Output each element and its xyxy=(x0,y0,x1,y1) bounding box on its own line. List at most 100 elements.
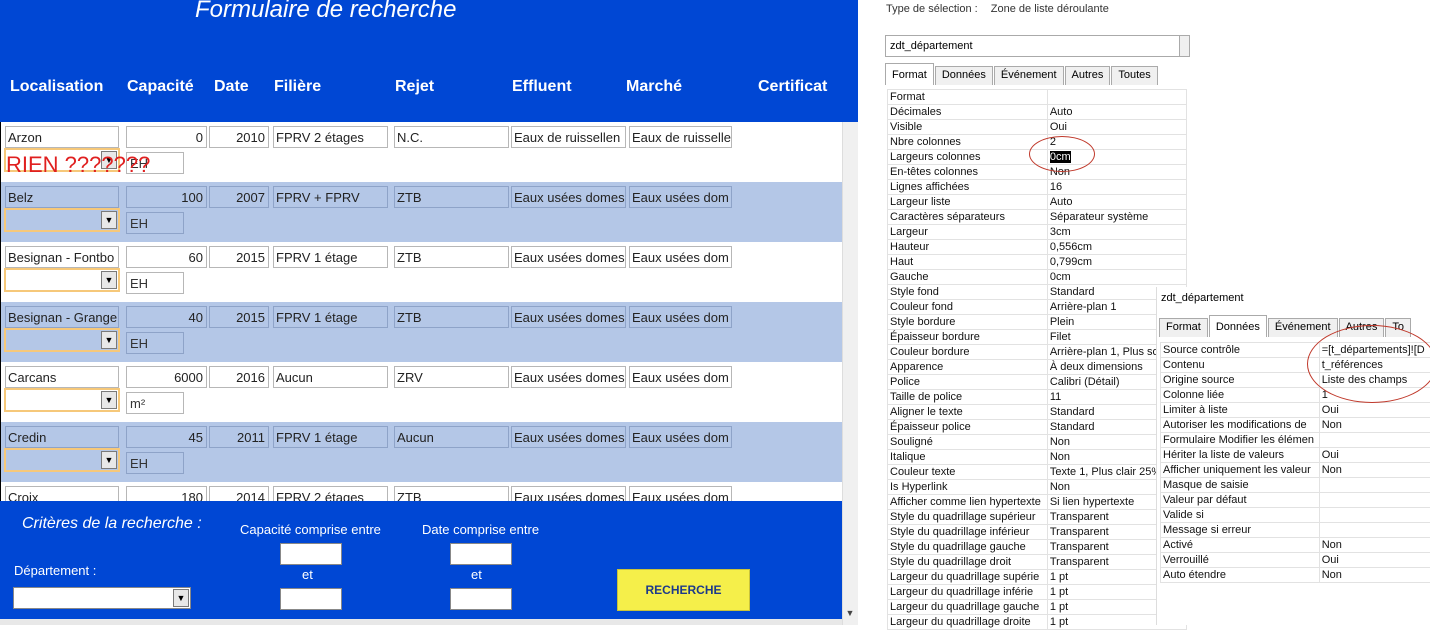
chevron-down-icon[interactable]: ▼ xyxy=(101,211,117,229)
effluent-field[interactable]: Eaux usées domes xyxy=(511,426,626,448)
date-field[interactable]: 2016 xyxy=(209,366,269,388)
property-value[interactable]: Oui xyxy=(1319,403,1430,418)
department-combo[interactable]: ▼ xyxy=(4,328,120,352)
property-row[interactable]: Masque de saisie xyxy=(1161,478,1430,493)
property-row[interactable]: Afficher comme lien hypertexteSi lien hy… xyxy=(888,495,1187,510)
property-value[interactable]: Auto xyxy=(1047,195,1186,210)
rejet-field[interactable]: Aucun xyxy=(394,426,509,448)
property-value[interactable]: 0,799cm xyxy=(1047,255,1186,270)
property-row[interactable]: Largeur du quadrillage supérie1 pt xyxy=(888,570,1187,585)
rejet-field[interactable]: ZTB xyxy=(394,306,509,328)
tab-autres[interactable]: Autres xyxy=(1065,66,1111,85)
tab-toutes[interactable]: Toutes xyxy=(1111,66,1157,85)
property-value[interactable]: 0,556cm xyxy=(1047,240,1186,255)
property-row[interactable]: Aligner le texteStandard xyxy=(888,405,1187,420)
unit-field[interactable]: EH xyxy=(126,272,184,294)
marche-field[interactable]: Eaux usées dom xyxy=(629,306,732,328)
effluent-field[interactable]: Eaux usées domes xyxy=(511,366,626,388)
rejet-field[interactable]: ZTB xyxy=(394,246,509,268)
property-row[interactable]: Style du quadrillage gaucheTransparent xyxy=(888,540,1187,555)
localisation-field[interactable]: Carcans xyxy=(5,366,119,388)
property-value[interactable]: 0cm xyxy=(1047,270,1186,285)
filiere-field[interactable]: FPRV 2 étages xyxy=(273,126,388,148)
tab-donnes[interactable]: Données xyxy=(1209,315,1267,337)
date-min-input[interactable] xyxy=(450,543,512,565)
marche-field[interactable]: Eaux usées dom xyxy=(629,426,732,448)
property-value[interactable]: Oui xyxy=(1047,120,1186,135)
property-value[interactable] xyxy=(1319,433,1430,448)
property-row[interactable]: Limiter à listeOui xyxy=(1161,403,1430,418)
property-row[interactable]: Largeur du quadrillage gauche1 pt xyxy=(888,600,1187,615)
marche-field[interactable]: Eaux usées dom xyxy=(629,366,732,388)
scroll-down-arrow-icon[interactable]: ▼ xyxy=(842,605,858,621)
property-row[interactable]: ApparenceÀ deux dimensions xyxy=(888,360,1187,375)
property-value[interactable] xyxy=(1047,90,1186,105)
property-row[interactable]: Largeur du quadrillage droite1 pt xyxy=(888,615,1187,630)
vertical-scrollbar[interactable] xyxy=(842,122,858,625)
property-value[interactable]: 16 xyxy=(1047,180,1186,195)
rejet-field[interactable]: N.C. xyxy=(394,126,509,148)
department-combo[interactable]: ▼ xyxy=(4,208,120,232)
chevron-down-icon[interactable]: ▼ xyxy=(101,391,117,409)
property-row[interactable]: Haut0,799cm xyxy=(888,255,1187,270)
property-value[interactable]: Oui xyxy=(1319,553,1430,568)
property-value[interactable]: Séparateur système xyxy=(1047,210,1186,225)
localisation-field[interactable]: Besignan - Grange xyxy=(5,306,119,328)
property-row[interactable]: Format xyxy=(888,90,1187,105)
capacite-field[interactable]: 40 xyxy=(126,306,207,328)
filiere-field[interactable]: FPRV 1 étage xyxy=(273,246,388,268)
unit-field[interactable]: m² xyxy=(126,392,184,414)
property-value[interactable]: Non xyxy=(1319,538,1430,553)
chevron-down-icon[interactable]: ▼ xyxy=(101,331,117,349)
property-row[interactable]: ItaliqueNon xyxy=(888,450,1187,465)
property-row[interactable]: Style fondStandard xyxy=(888,285,1187,300)
marche-field[interactable]: Eaux usées dom xyxy=(629,186,732,208)
property-row[interactable]: Couleur bordureArrière-plan 1, Plus so xyxy=(888,345,1187,360)
property-row[interactable]: En-têtes colonnesNon xyxy=(888,165,1187,180)
property-value[interactable]: Non xyxy=(1319,418,1430,433)
property-row[interactable]: Hériter la liste de valeursOui xyxy=(1161,448,1430,463)
property-value[interactable] xyxy=(1319,478,1430,493)
filiere-field[interactable]: FPRV 1 étage xyxy=(273,306,388,328)
date-field[interactable]: 2010 xyxy=(209,126,269,148)
property-value[interactable]: 3cm xyxy=(1047,225,1186,240)
date-field[interactable]: 2015 xyxy=(209,246,269,268)
department-combo[interactable]: ▼ xyxy=(4,448,120,472)
property-row[interactable]: Afficher uniquement les valeurNon xyxy=(1161,463,1430,478)
tab-format[interactable]: Format xyxy=(885,63,934,85)
property-row[interactable]: Largeur du quadrillage inférie1 pt xyxy=(888,585,1187,600)
department-combo[interactable]: ▼ xyxy=(4,388,120,412)
tab-donnes[interactable]: Données xyxy=(935,66,993,85)
property-row[interactable]: Style du quadrillage inférieurTransparen… xyxy=(888,525,1187,540)
effluent-field[interactable]: Eaux usées domes xyxy=(511,246,626,268)
localisation-field[interactable]: Besignan - Fontbo xyxy=(5,246,119,268)
department-select[interactable]: ▼ xyxy=(13,587,191,609)
marche-field[interactable]: Eaux usées dom xyxy=(629,246,732,268)
capacite-field[interactable]: 60 xyxy=(126,246,207,268)
property-value[interactable] xyxy=(1319,508,1430,523)
capacity-max-input[interactable] xyxy=(280,588,342,610)
object-selector[interactable]: zdt_département xyxy=(885,35,1190,57)
property-row[interactable]: SoulignéNon xyxy=(888,435,1187,450)
property-row[interactable]: Hauteur0,556cm xyxy=(888,240,1187,255)
property-value[interactable]: Auto xyxy=(1047,105,1186,120)
chevron-down-icon[interactable] xyxy=(1179,36,1189,56)
capacite-field[interactable]: 6000 xyxy=(126,366,207,388)
date-field[interactable]: 2007 xyxy=(209,186,269,208)
marche-field[interactable]: Eaux de ruisselle xyxy=(629,126,732,148)
property-row[interactable]: Couleur fondArrière-plan 1 xyxy=(888,300,1187,315)
property-row[interactable]: Gauche0cm xyxy=(888,270,1187,285)
horizontal-scrollbar[interactable] xyxy=(0,619,842,625)
effluent-field[interactable]: Eaux usées domes xyxy=(511,306,626,328)
date-max-input[interactable] xyxy=(450,588,512,610)
property-row[interactable]: Valide si xyxy=(1161,508,1430,523)
property-row[interactable]: Épaisseur bordureFilet xyxy=(888,330,1187,345)
property-value[interactable]: Non xyxy=(1319,463,1430,478)
property-row[interactable]: Caractères séparateursSéparateur système xyxy=(888,210,1187,225)
unit-field[interactable]: EH xyxy=(126,332,184,354)
unit-field[interactable]: EH xyxy=(126,452,184,474)
property-row[interactable]: ActivéNon xyxy=(1161,538,1430,553)
tab-format[interactable]: Format xyxy=(1159,318,1208,337)
localisation-field[interactable]: Credin xyxy=(5,426,119,448)
date-field[interactable]: 2011 xyxy=(209,426,269,448)
